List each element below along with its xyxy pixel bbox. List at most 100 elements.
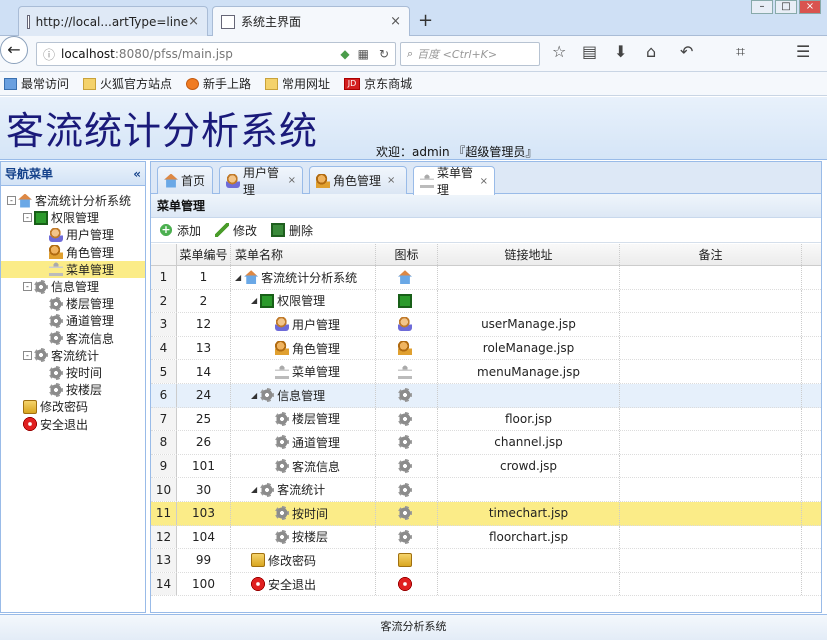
bookmark-getting-started[interactable]: 新手上路 [186, 75, 251, 92]
bookmark-jd[interactable]: JD 京东商城 [344, 75, 412, 92]
nav-item[interactable]: 修改密码 [23, 398, 88, 415]
nav-item[interactable]: 用户管理 [41, 226, 114, 243]
expand-triangle-icon[interactable]: ◢ [251, 296, 257, 305]
menu-url-cell: floorchart.jsp [438, 525, 620, 549]
table-row[interactable]: 8 26 通道管理 channel.jsp [151, 431, 821, 455]
column-header-name[interactable]: 菜单名称 [231, 244, 376, 265]
bookmark-firefox-official[interactable]: 火狐官方站点 [83, 75, 172, 92]
close-icon[interactable]: × [288, 175, 296, 186]
menu-icon[interactable]: ☰ [796, 42, 810, 61]
close-icon[interactable]: × [387, 175, 395, 186]
user-icon [398, 317, 412, 332]
menu-url-cell [438, 572, 620, 596]
menu-remark-cell [620, 384, 802, 407]
menu-url-cell [438, 384, 620, 407]
maximize-icon[interactable]: □ [775, 0, 797, 14]
table-row[interactable]: 12 104 按楼层 floorchart.jsp [151, 525, 821, 550]
qr-icon[interactable]: ▦ [358, 47, 369, 61]
browser-tab-2[interactable]: 系统主界面 × [212, 6, 410, 36]
table-row[interactable]: 7 25 楼层管理 floor.jsp [151, 407, 821, 432]
nav-item[interactable]: 通道管理 [41, 312, 114, 329]
gear-icon [260, 388, 275, 403]
expand-toggle[interactable]: - [23, 213, 32, 223]
shield-icon[interactable]: ◆ [340, 47, 349, 61]
menu-remark-cell [620, 572, 802, 596]
column-header-url[interactable]: 链接地址 [438, 244, 620, 265]
nav-item[interactable]: 客流信息 [41, 330, 114, 347]
browser-tab-1[interactable]: http://local...artType=line × [18, 6, 208, 36]
bookmark-star-icon[interactable]: ☆ [552, 42, 566, 61]
table-row[interactable]: 13 99 修改密码 [151, 549, 821, 573]
menu-url-cell: timechart.jsp [438, 502, 620, 525]
nav-item[interactable]: 菜单管理 [1, 260, 145, 278]
table-row[interactable]: 5 14 菜单管理 menuManage.jsp [151, 360, 821, 384]
row-number: 3 [151, 313, 177, 336]
table-row[interactable]: 14 100 安全退出 [151, 572, 821, 597]
close-icon[interactable]: × [390, 14, 401, 29]
table-row[interactable]: 6 24 ◢ 信息管理 [151, 384, 821, 408]
menu-id-cell: 1 [177, 266, 231, 289]
collapse-icon[interactable]: « [133, 167, 141, 181]
download-icon[interactable]: ⬇ [614, 42, 627, 61]
menu-id-cell: 104 [177, 525, 231, 549]
nav-item[interactable]: - 信息管理 [23, 278, 99, 295]
expand-triangle-icon[interactable]: ◢ [235, 273, 241, 282]
bookmark-common-sites[interactable]: 常用网址 [265, 75, 330, 92]
table-row[interactable]: 1 1 ◢ 客流统计分析系统 [151, 266, 821, 290]
menu-icon [420, 174, 434, 188]
expand-triangle-icon[interactable]: ◢ [251, 485, 257, 494]
back-button[interactable]: ← [0, 36, 28, 64]
expand-toggle[interactable]: - [23, 282, 32, 291]
menu-remark-cell [620, 502, 802, 525]
home-button-icon[interactable]: ⌂ [646, 42, 656, 61]
close-window-icon[interactable]: × [799, 0, 821, 14]
crop-icon[interactable]: ⌗ [736, 42, 745, 62]
nav-item[interactable]: - 权限管理 [23, 209, 99, 226]
nav-item[interactable]: 楼层管理 [41, 295, 114, 312]
url-bar[interactable]: ⓘ localhost :8080/pfss/main.jsp ◆ ▦ ↻ [36, 42, 396, 66]
table-row[interactable]: 11 103 按时间 timechart.jsp [151, 502, 821, 526]
expand-triangle-icon[interactable]: ◢ [251, 391, 257, 400]
add-button[interactable]: + 添加 [159, 222, 201, 239]
info-icon[interactable]: ⓘ [43, 46, 55, 63]
expand-toggle[interactable]: - [7, 196, 16, 205]
table-row[interactable]: 4 13 角色管理 roleManage.jsp [151, 336, 821, 361]
close-icon[interactable]: × [480, 176, 488, 187]
content-tab[interactable]: 用户管理 × [219, 166, 303, 197]
content-tab[interactable]: 菜单管理 × [413, 166, 495, 197]
delete-button[interactable]: 删除 [271, 222, 313, 239]
user-icon [226, 173, 240, 188]
menu-name-label: 角色管理 [292, 341, 341, 356]
menu-name-cell: 按楼层 [231, 525, 376, 549]
table-row[interactable]: 9 101 客流信息 crowd.jsp [151, 454, 821, 479]
menu-id-cell: 100 [177, 572, 231, 596]
nav-item[interactable]: 安全退出 [23, 416, 88, 433]
expand-toggle[interactable]: - [23, 350, 32, 360]
minimize-icon[interactable]: – [751, 0, 773, 14]
new-tab-button[interactable]: + [418, 10, 433, 31]
edit-button[interactable]: 修改 [215, 222, 257, 239]
table-row[interactable]: 3 12 用户管理 userManage.jsp [151, 313, 821, 337]
key-icon [398, 553, 412, 568]
table-row[interactable]: 10 30 ◢ 客流统计 [151, 478, 821, 502]
nav-item[interactable]: - 客流统计 [23, 347, 99, 364]
content-tab[interactable]: 首页 [157, 166, 213, 194]
bookmark-most-visited[interactable]: 最常访问 [4, 75, 69, 92]
undo-icon[interactable]: ↶ [680, 42, 693, 61]
row-number: 14 [151, 572, 177, 596]
menu-id-cell: 101 [177, 454, 231, 478]
column-header-icon[interactable]: 图标 [376, 244, 438, 265]
table-row[interactable]: 2 2 ◢ 权限管理 [151, 289, 821, 314]
column-header-remark[interactable]: 备注 [620, 244, 802, 265]
content-tab[interactable]: 角色管理 × [309, 166, 407, 194]
nav-item[interactable]: 按楼层 [41, 381, 102, 398]
reload-icon[interactable]: ↻ [379, 47, 389, 61]
close-icon[interactable]: × [188, 14, 199, 29]
nav-item[interactable]: 角色管理 [41, 244, 114, 261]
search-input[interactable]: ⌕ 百度 <Ctrl+K> [400, 42, 540, 66]
reading-list-icon[interactable]: ▤ [582, 42, 597, 61]
menu-remark-cell [620, 336, 802, 360]
nav-item[interactable]: - 客流统计分析系统 [7, 192, 131, 209]
column-header-id[interactable]: 菜单编号 [177, 244, 231, 265]
nav-item[interactable]: 按时间 [41, 364, 102, 381]
